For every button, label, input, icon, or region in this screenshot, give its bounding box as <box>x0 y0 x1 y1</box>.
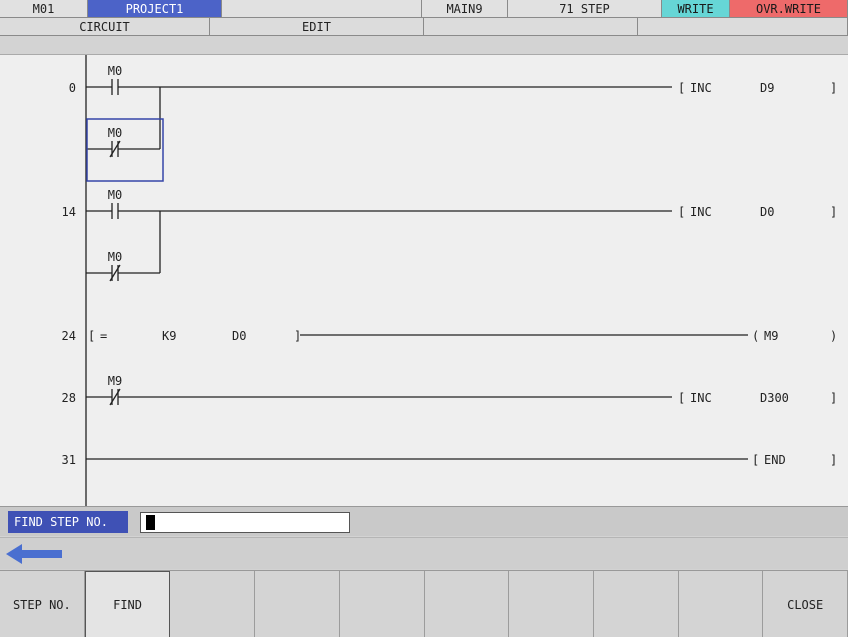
compare-open: [ <box>88 329 95 343</box>
tab-circuit[interactable]: CIRCUIT <box>0 18 210 36</box>
contact-label: M0 <box>108 64 122 78</box>
coil-close: ) <box>830 329 837 343</box>
instruction-operand: D300 <box>760 391 789 405</box>
softkey-step-no[interactable]: STEP NO. <box>0 571 85 637</box>
softkey-bar: STEP NO. FIND CLOSE <box>0 570 848 637</box>
ladder-canvas: 0 14 24 28 31 M0 M0 M0 M0 M9 [ INC D9 ] … <box>62 55 837 507</box>
instruction-operand: D9 <box>760 81 774 95</box>
text-cursor <box>146 515 155 530</box>
machine-label: M01 <box>0 0 88 18</box>
step-count: 71 STEP <box>508 0 662 18</box>
find-step-row: FIND STEP NO. <box>0 506 848 536</box>
instruction-operand: D0 <box>760 205 774 219</box>
instruction-close: ] <box>830 391 837 405</box>
end-open: [ <box>752 453 759 467</box>
instruction-open: [ <box>678 391 685 405</box>
coil-device: M9 <box>764 329 778 343</box>
softkey-empty-9[interactable] <box>678 571 764 637</box>
softkey-empty-5[interactable] <box>339 571 425 637</box>
softkey-empty-6[interactable] <box>424 571 510 637</box>
contact-label: M0 <box>108 250 122 264</box>
mode-blank-1 <box>424 18 638 36</box>
softkey-empty-4[interactable] <box>255 571 340 637</box>
step-number: 31 <box>62 453 76 467</box>
compare-operand-a: K9 <box>162 329 176 343</box>
status-bar: M01 PROJECT1 MAIN9 71 STEP WRITE OVR.WRI… <box>0 0 848 18</box>
left-arrow-icon[interactable] <box>6 544 62 564</box>
write-mode-badge: WRITE <box>662 0 730 18</box>
coil-open: ( <box>752 329 759 343</box>
find-step-label: FIND STEP NO. <box>8 511 128 533</box>
step-number: 0 <box>69 81 76 95</box>
instruction-name: INC <box>690 81 712 95</box>
softkey-empty-8[interactable] <box>593 571 679 637</box>
compare-operator: = <box>100 329 107 343</box>
end-close: ] <box>830 453 837 467</box>
softkey-find[interactable]: FIND <box>84 571 171 637</box>
softkey-empty-3[interactable] <box>170 571 256 637</box>
instruction-close: ] <box>830 81 837 95</box>
project-label: PROJECT1 <box>88 0 222 18</box>
find-step-input[interactable] <box>140 512 350 533</box>
step-number: 14 <box>62 205 76 219</box>
instruction-close: ] <box>830 205 837 219</box>
instruction-name: INC <box>690 205 712 219</box>
instruction-open: [ <box>678 81 685 95</box>
status-blank <box>222 0 422 18</box>
contact-label: M9 <box>108 374 122 388</box>
mode-bar: CIRCUIT EDIT <box>0 18 848 36</box>
contact-label: M0 <box>108 188 122 202</box>
contact-label: M0 <box>108 126 122 140</box>
menu-nav-row <box>0 537 848 569</box>
selection-cursor <box>86 118 164 182</box>
tab-edit[interactable]: EDIT <box>210 18 424 36</box>
compare-operand-b: D0 <box>232 329 246 343</box>
end-instruction: END <box>764 453 786 467</box>
softkey-close[interactable]: CLOSE <box>763 571 848 637</box>
compare-close: ] <box>294 329 301 343</box>
softkey-empty-7[interactable] <box>509 571 594 637</box>
mode-blank-2 <box>638 18 848 36</box>
step-number: 24 <box>62 329 76 343</box>
program-label: MAIN9 <box>422 0 508 18</box>
step-number: 28 <box>62 391 76 405</box>
instruction-name: INC <box>690 391 712 405</box>
instruction-open: [ <box>678 205 685 219</box>
ladder-diagram[interactable]: 0 14 24 28 31 M0 M0 M0 M0 M9 [ INC D9 ] … <box>0 54 848 507</box>
ovr-write-badge: OVR.WRITE <box>730 0 848 18</box>
